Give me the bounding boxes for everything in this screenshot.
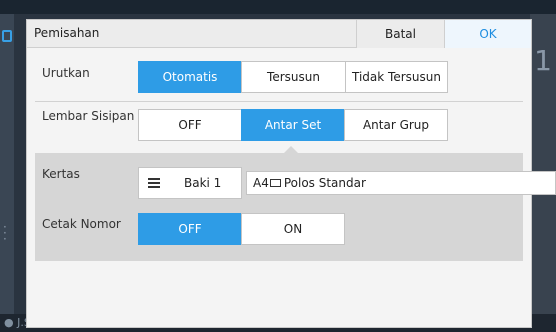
app-left-rail: · · · [0, 14, 14, 314]
dialog-title: Pemisahan [34, 26, 100, 40]
print-number-label: Cetak Nomor [42, 217, 121, 231]
sort-label: Urutkan [42, 66, 90, 80]
user-icon: ● [4, 316, 14, 329]
ok-button[interactable]: OK [444, 20, 531, 48]
paper-label: Kertas [42, 167, 80, 181]
sort-option-auto[interactable]: Otomatis [138, 61, 242, 93]
insert-option-between-sets[interactable]: Antar Set [241, 109, 345, 141]
sort-option-collated[interactable]: Tersusun [241, 61, 346, 93]
cancel-button[interactable]: Batal [356, 20, 444, 48]
paper-type: Polos Standar [283, 176, 366, 190]
sort-selector: Otomatis Tersusun Tidak Tersusun [138, 61, 448, 93]
print-number-on[interactable]: ON [241, 213, 345, 245]
print-number-selector: OFF ON [138, 213, 345, 245]
separation-dialog: Pemisahan Batal OK Urutkan Otomatis Ters… [26, 19, 556, 328]
copies-count: 1 [534, 44, 552, 77]
paper-info-field: A4 Polos Standar [246, 171, 556, 195]
print-number-off[interactable]: OFF [138, 213, 242, 245]
dialog-header: Pemisahan Batal OK [27, 20, 531, 48]
divider [35, 101, 523, 102]
tray-label: Baki 1 [184, 176, 222, 190]
insert-sheet-label: Lembar Sisipan [42, 109, 135, 123]
paper-size: A4 [253, 176, 269, 190]
app-right-rail: 1 5 [530, 14, 556, 314]
tray-icon [148, 178, 160, 188]
more-icon: · · · [3, 220, 7, 246]
insert-option-between-groups[interactable]: Antar Grup [344, 109, 448, 141]
landscape-paper-icon [269, 179, 281, 187]
sort-option-uncollated[interactable]: Tidak Tersusun [345, 61, 448, 93]
insert-sheet-selector: OFF Antar Set Antar Grup [138, 109, 448, 141]
document-icon [2, 30, 12, 42]
tray-select-button[interactable]: Baki 1 [138, 167, 242, 199]
app-top-bar [0, 0, 556, 14]
insert-option-off[interactable]: OFF [138, 109, 242, 141]
